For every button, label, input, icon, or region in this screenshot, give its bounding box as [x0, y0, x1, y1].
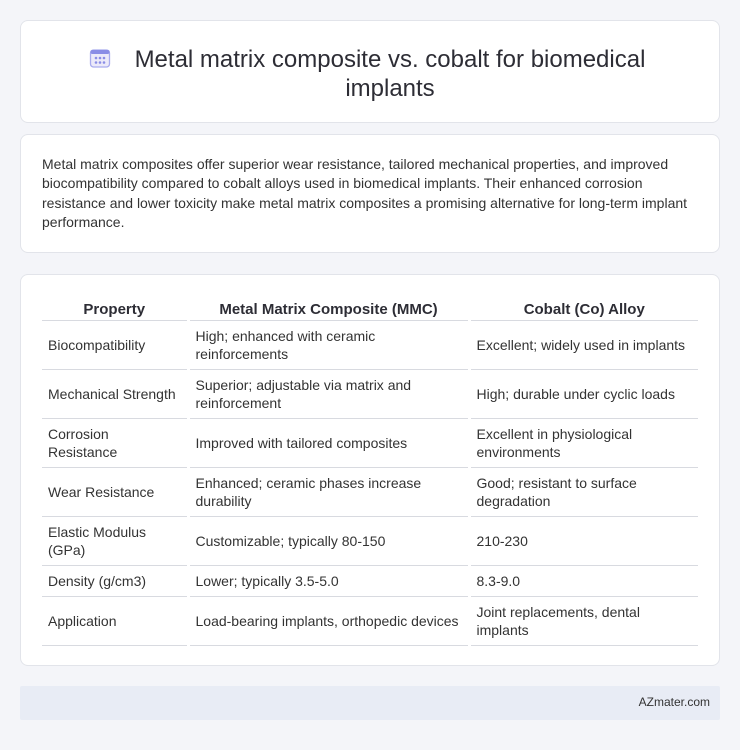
property-cell: Application: [42, 596, 190, 646]
comparison-card: Property Metal Matrix Composite (MMC) Co…: [20, 274, 720, 666]
column-header-cobalt: Cobalt (Co) Alloy: [469, 296, 698, 321]
property-cell: Density (g/cm3): [42, 565, 190, 597]
property-cell: Elastic Modulus (GPa): [42, 516, 190, 566]
mmc-cell: Customizable; typically 80-150: [188, 516, 471, 566]
cobalt-cell: Joint replacements, dental implants: [469, 596, 698, 646]
table-row: Corrosion Resistance Improved with tailo…: [42, 418, 698, 468]
table-row: Biocompatibility High; enhanced with cer…: [42, 320, 698, 370]
column-header-mmc: Metal Matrix Composite (MMC): [188, 296, 471, 321]
page-title: Metal matrix composite vs. cobalt for bi…: [134, 46, 646, 102]
table-header-row: Property Metal Matrix Composite (MMC) Co…: [42, 296, 698, 321]
property-cell: Wear Resistance: [42, 467, 190, 517]
comparison-table: Property Metal Matrix Composite (MMC) Co…: [42, 296, 698, 646]
title-card: Metal matrix composite vs. cobalt for bi…: [20, 20, 720, 123]
table-row: Density (g/cm3) Lower; typically 3.5-5.0…: [42, 565, 698, 597]
table-row: Elastic Modulus (GPa) Customizable; typi…: [42, 516, 698, 566]
property-cell: Biocompatibility: [42, 320, 190, 370]
mmc-cell: Improved with tailored composites: [188, 418, 471, 468]
footer-bar: AZmater.com: [20, 686, 720, 720]
property-cell: Mechanical Strength: [42, 369, 190, 419]
mmc-cell: Load-bearing implants, orthopedic device…: [188, 596, 471, 646]
cobalt-cell: 8.3-9.0: [469, 565, 698, 597]
intro-paragraph: Metal matrix composites offer superior w…: [42, 156, 688, 231]
table-row: Mechanical Strength Superior; adjustable…: [42, 369, 698, 419]
cobalt-cell: Excellent; widely used in implants: [469, 320, 698, 370]
column-header-property: Property: [42, 296, 190, 321]
table-row: Wear Resistance Enhanced; ceramic phases…: [42, 467, 698, 517]
property-cell: Corrosion Resistance: [42, 418, 190, 468]
cobalt-cell: High; durable under cyclic loads: [469, 369, 698, 419]
cobalt-cell: 210-230: [469, 516, 698, 566]
cobalt-cell: Excellent in physiological environments: [469, 418, 698, 468]
table-row: Application Load-bearing implants, ortho…: [42, 596, 698, 646]
mmc-cell: High; enhanced with ceramic reinforcemen…: [188, 320, 471, 370]
mmc-cell: Superior; adjustable via matrix and rein…: [188, 369, 471, 419]
footer-site-link[interactable]: AZmater.com: [639, 695, 710, 709]
intro-card: Metal matrix composites offer superior w…: [20, 134, 720, 253]
mmc-cell: Enhanced; ceramic phases increase durabi…: [188, 467, 471, 517]
cobalt-cell: Good; resistant to surface degradation: [469, 467, 698, 517]
mmc-cell: Lower; typically 3.5-5.0: [188, 565, 471, 597]
